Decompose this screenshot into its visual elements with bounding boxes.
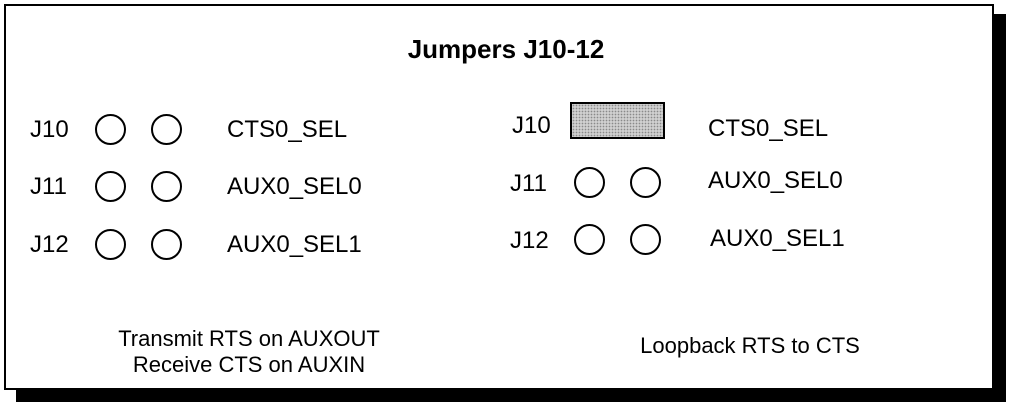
right-j11-pin1 <box>574 167 605 198</box>
left-j12-pin2 <box>151 229 182 260</box>
left-j10-label: J10 <box>30 116 69 143</box>
right-j10-shunt <box>570 102 665 139</box>
diagram-title: Jumpers J10-12 <box>407 34 605 64</box>
left-j10-signal: CTS0_SEL <box>227 116 348 143</box>
left-caption-line1: Transmit RTS on AUXOUT <box>118 326 380 351</box>
left-j11-pin1 <box>95 171 126 202</box>
left-j10-pin2 <box>151 114 182 145</box>
left-caption-line2: Receive CTS on AUXIN <box>132 352 366 377</box>
right-j12-pin1 <box>574 224 605 255</box>
left-j10-pin1 <box>95 114 126 145</box>
right-j11-pin2 <box>630 167 661 198</box>
left-j12-signal: AUX0_SEL1 <box>227 231 362 258</box>
right-j10-signal: CTS0_SEL <box>708 115 829 142</box>
right-j12-signal: AUX0_SEL1 <box>710 225 845 252</box>
right-j12-pin2 <box>630 224 661 255</box>
right-j11-label: J11 <box>510 170 547 197</box>
right-caption: Loopback RTS to CTS <box>640 333 860 358</box>
left-j11-label: J11 <box>30 173 67 200</box>
left-j11-pin2 <box>151 171 182 202</box>
right-j10-label: J10 <box>512 112 551 139</box>
left-j12-label: J12 <box>30 231 69 258</box>
left-j11-signal: AUX0_SEL0 <box>227 173 362 200</box>
right-j12-label: J12 <box>510 227 549 254</box>
right-j11-signal: AUX0_SEL0 <box>708 167 843 194</box>
left-j12-pin1 <box>95 229 126 260</box>
